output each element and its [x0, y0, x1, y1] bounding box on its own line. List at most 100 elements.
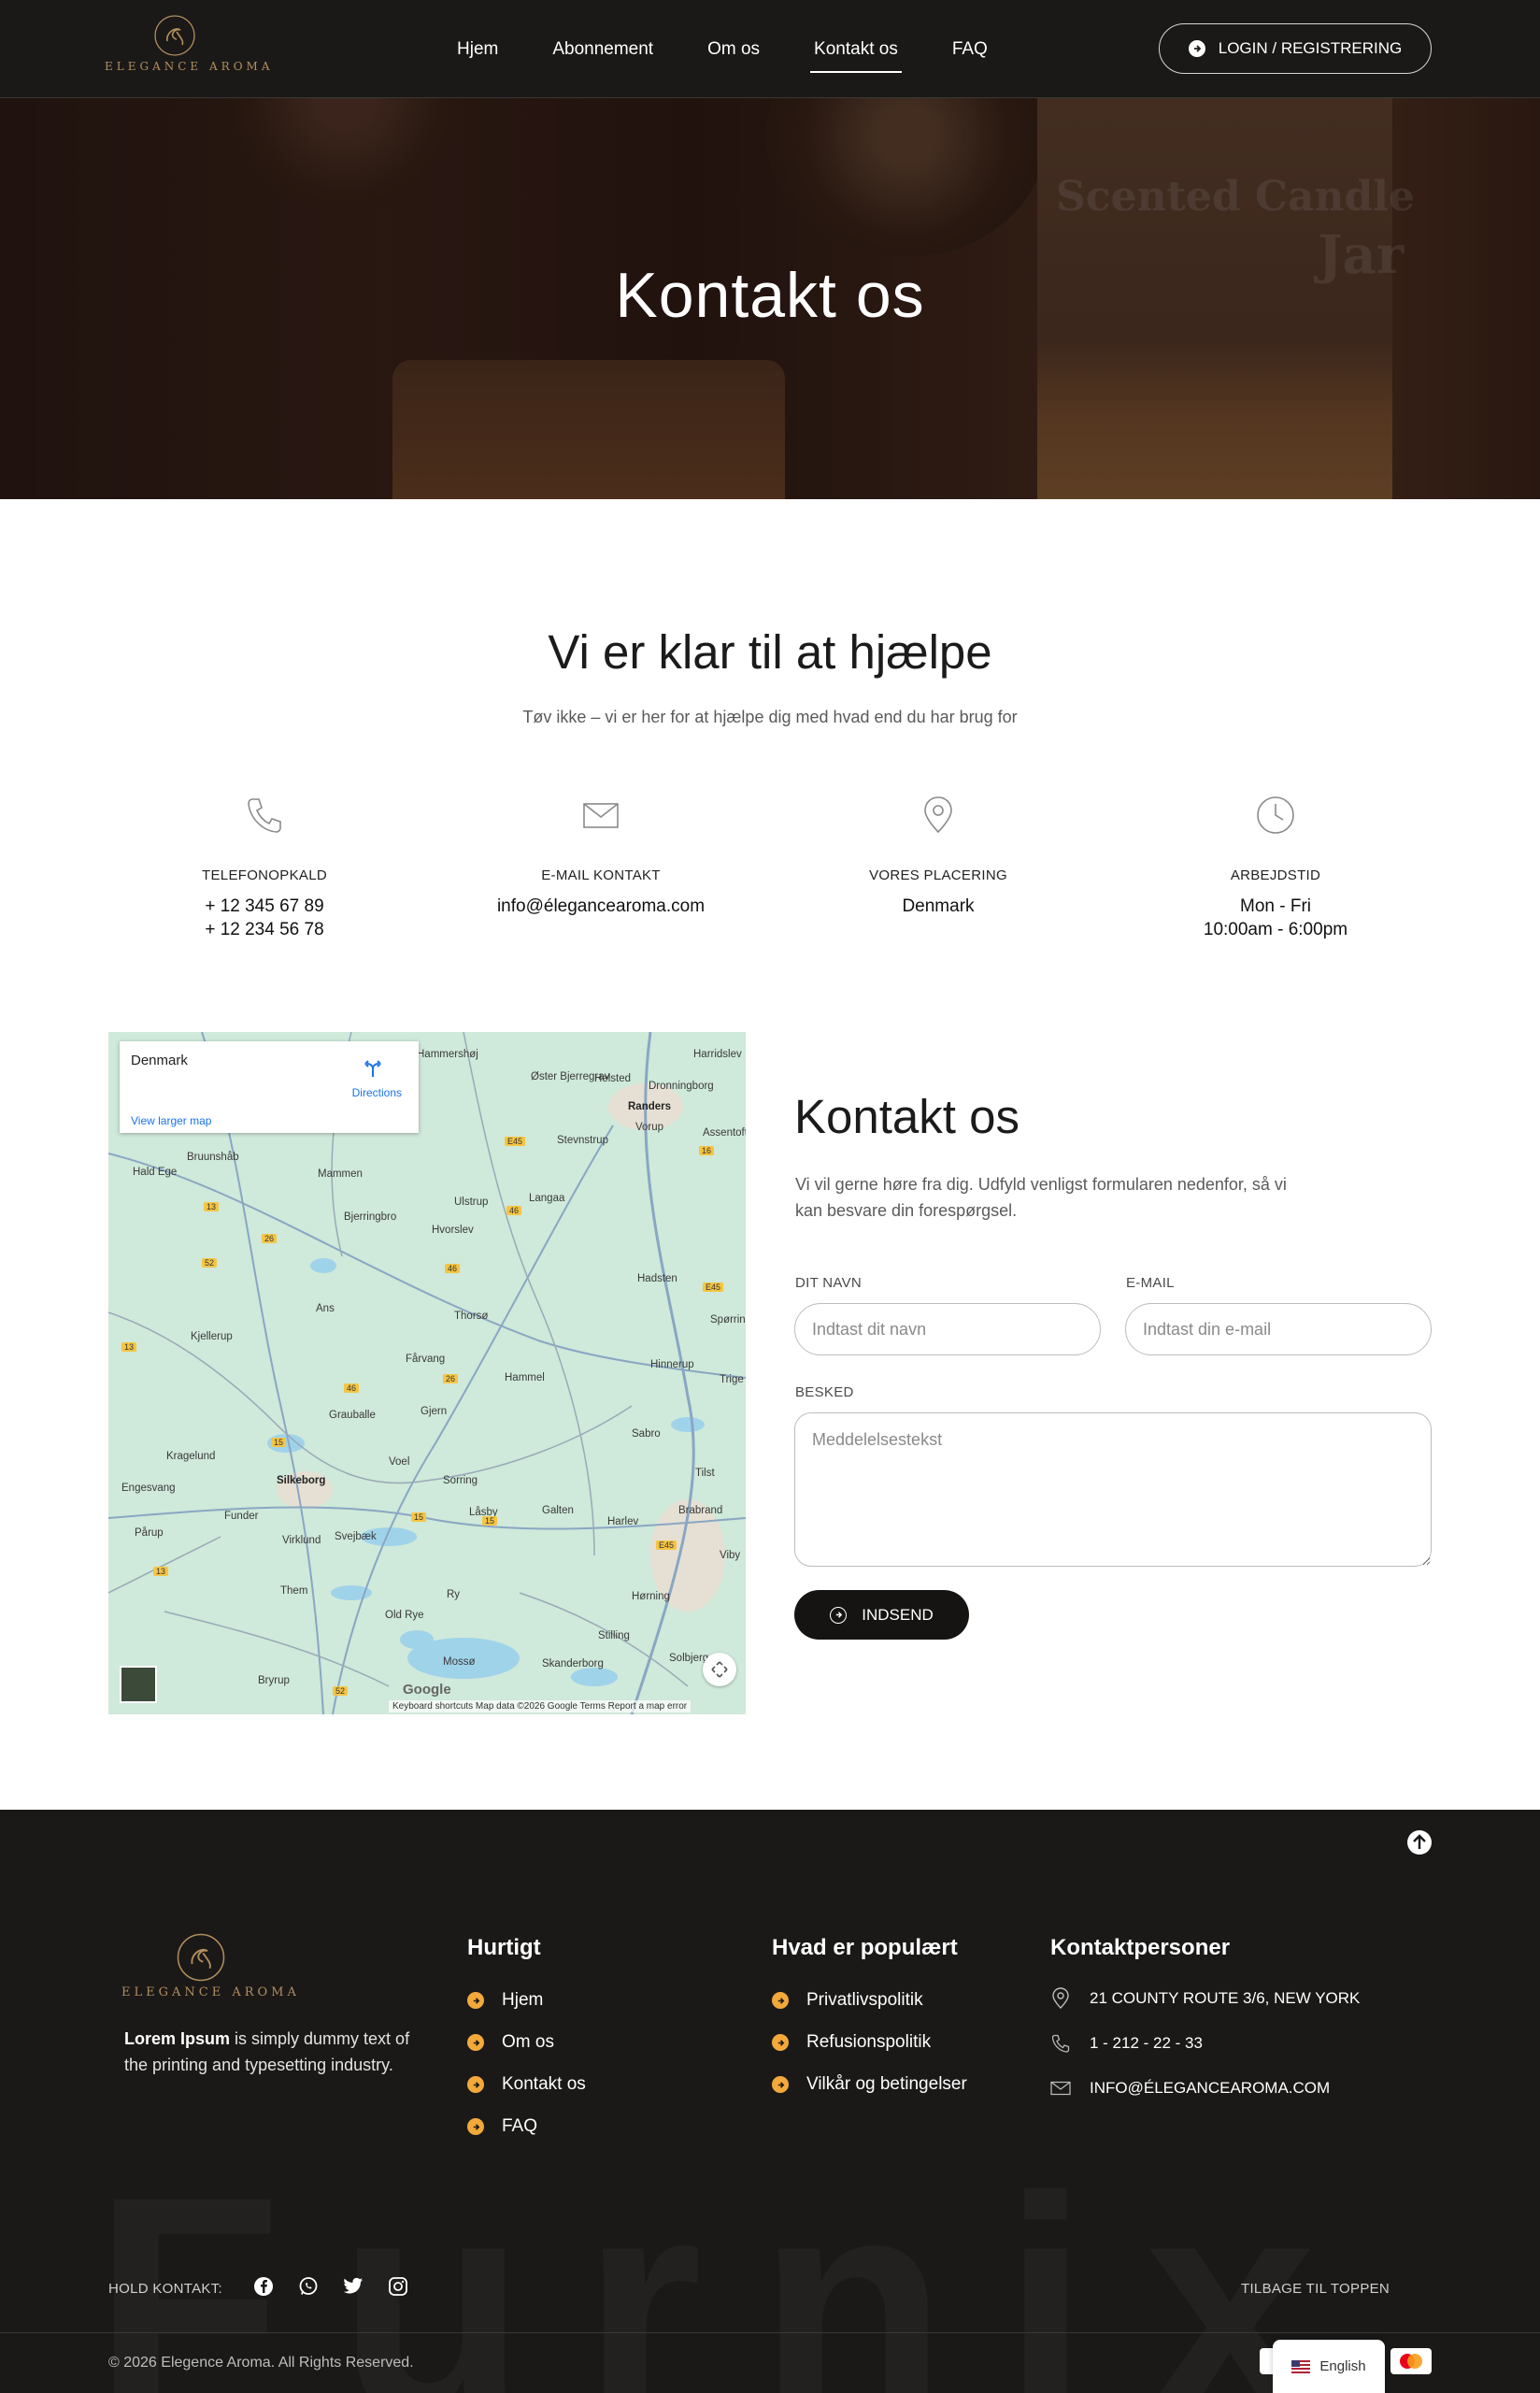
map-town-label: Mammen [318, 1168, 363, 1180]
phone-number[interactable]: + 12 345 67 89 [124, 895, 405, 918]
email-input[interactable] [1125, 1303, 1432, 1355]
road-number-badge: 13 [153, 1567, 169, 1576]
road-number-badge: 15 [411, 1512, 427, 1522]
footer-link-hjem[interactable]: Hjem [467, 1990, 543, 2011]
map-attribution[interactable]: Keyboard shortcuts Map data ©2026 Google… [389, 1700, 692, 1712]
footer-link-faq[interactable]: FAQ [467, 2116, 537, 2137]
road-number-badge: 46 [506, 1206, 522, 1215]
nav-item-abonnement[interactable]: Abonnement [549, 30, 657, 69]
arrow-right-icon [830, 1606, 848, 1624]
road-number-badge: 52 [333, 1686, 349, 1696]
map-town-label: Ulstrup [454, 1196, 489, 1208]
map-pin-icon [924, 796, 952, 834]
quick-links-title: Hurtigt [467, 1935, 541, 1960]
back-to-top-button[interactable] [1406, 1829, 1433, 1860]
site-footer: Furnix ELEGANCE AROMA Lorem Ipsum is sim… [0, 1810, 1540, 2393]
arrow-right-icon [467, 1992, 484, 2009]
road-number-badge: 13 [121, 1342, 137, 1352]
instagram-icon[interactable] [385, 2273, 411, 2300]
map-town-label: Bjerringbro [344, 1211, 397, 1223]
copyright-text: © 2026 Elegence Aroma. All Rights Reserv… [108, 2355, 414, 2371]
facebook-icon[interactable] [250, 2273, 277, 2300]
map-town-label: Kjellerup [191, 1331, 233, 1342]
info-phone: TELEFONOPKALD + 12 345 67 89 + 12 234 56… [124, 795, 405, 941]
map-town-label: Fårvang [406, 1354, 446, 1365]
road-number-badge: 52 [202, 1258, 218, 1268]
fullscreen-button[interactable] [703, 1653, 736, 1686]
road-number-badge: E45 [505, 1137, 526, 1146]
nav-item-hjem[interactable]: Hjem [453, 30, 502, 69]
brand-logo[interactable]: ELEGANCE AROMA [105, 13, 270, 86]
info-location: VORES PLACERING Denmark [798, 795, 1078, 918]
info-label: ARBEJDSTID [1230, 867, 1321, 883]
footer-email[interactable]: INFO@ÉLEGANCEAROMA.COM [1050, 2079, 1330, 2098]
email-label: E-MAIL [1126, 1275, 1175, 1291]
map-town-label: Hadsten [637, 1273, 677, 1284]
map-town-label: Svejbæk [335, 1531, 377, 1542]
map-roads-layer [108, 1032, 746, 1714]
envelope-icon [1050, 2081, 1071, 2096]
phone-number[interactable]: + 12 234 56 78 [124, 918, 405, 941]
map-town-label: Stilling [598, 1630, 630, 1641]
google-map[interactable]: Randers Silkeborg Bjerringbro Mammen Uls… [108, 1032, 746, 1714]
road-number-badge: E45 [703, 1282, 724, 1292]
map-town-label: Voel [389, 1456, 410, 1468]
map-town-label: Skanderborg [542, 1658, 604, 1669]
map-town-label: Harridslev [693, 1049, 742, 1060]
map-town-label: Kragelund [166, 1451, 216, 1462]
nav-item-faq[interactable]: FAQ [948, 30, 991, 69]
footer-link-kontakt-os[interactable]: Kontakt os [467, 2074, 586, 2095]
map-town-label: Pårup [135, 1527, 164, 1539]
name-input[interactable] [794, 1303, 1101, 1355]
map-town-label: Hald Ege [133, 1167, 178, 1178]
road-number-badge: 46 [445, 1264, 461, 1273]
whatsapp-icon[interactable] [295, 2273, 321, 2300]
arrow-right-icon [467, 2034, 484, 2051]
login-register-button[interactable]: LOGIN / REGISTRERING [1159, 23, 1432, 74]
info-value[interactable]: info@éleganceаroma.com [461, 895, 741, 918]
footer-link-terms[interactable]: Vilkår og betingelser [772, 2074, 967, 2095]
arrow-right-icon [467, 2076, 484, 2093]
map-town-label: Mossø [443, 1656, 476, 1668]
map-town-label: Virklund [282, 1535, 321, 1546]
map-town-label: Sorring [443, 1475, 478, 1486]
hero-banner: Scented Candle Jar Kontakt os [0, 98, 1540, 499]
road-number-badge: 13 [204, 1202, 220, 1211]
footer-link-om-os[interactable]: Om os [467, 2032, 554, 2053]
nav-item-om-os[interactable]: Om os [704, 30, 763, 69]
footer-link-refund[interactable]: Refusionspolitik [772, 2032, 931, 2053]
footer-phone[interactable]: 1 - 212 - 22 - 33 [1050, 2033, 1203, 2054]
map-town-label: Ans [316, 1303, 335, 1314]
footer-logo[interactable]: ELEGANCE AROMA [121, 1931, 300, 1999]
directions-link[interactable]: Directions [352, 1086, 402, 1099]
view-larger-map-link[interactable]: View larger map [131, 1114, 211, 1127]
mastercard-icon [1390, 2348, 1432, 2374]
footer-link-label: FAQ [502, 2116, 538, 2136]
map-town-label: Randers [628, 1101, 672, 1112]
twitter-icon[interactable] [340, 2273, 366, 2300]
map-town-label: Vorup [635, 1122, 664, 1133]
message-textarea[interactable] [794, 1412, 1432, 1567]
logo-text: ELEGANCE AROMA [121, 1985, 300, 1999]
footer-link-label: Vilkår og betingelser [806, 2074, 967, 2094]
footer-about: Lorem Ipsum is simply dummy text of the … [124, 2026, 423, 2078]
map-info-card: Denmark Directions View larger map [120, 1041, 419, 1133]
submit-button[interactable]: INDSEND [794, 1590, 969, 1640]
satellite-toggle[interactable] [120, 1666, 157, 1703]
map-town-label: Funder [224, 1511, 259, 1522]
help-section-title: Vi er klar til at hjælpe [548, 625, 992, 679]
arrow-up-icon [1407, 1830, 1432, 1855]
footer-link-privacy[interactable]: Privatlivspolitik [772, 1990, 923, 2011]
info-hours: ARBEJDSTID Mon - Fri 10:00am - 6:00pm [1135, 795, 1416, 941]
popular-links-title: Hvad er populært [772, 1935, 958, 1960]
footer-address: 21 COUNTY ROUTE 3/6, NEW YORK [1050, 1987, 1360, 2010]
back-to-top-label[interactable]: TILBAGE TIL TOPPEN [1241, 2281, 1390, 2297]
nav-item-kontakt-os[interactable]: Kontakt os [810, 30, 902, 73]
hours-days: Mon - Fri [1240, 896, 1311, 916]
contact-persons-title: Kontaktpersoner [1050, 1935, 1231, 1960]
map-town-label: Solbjerg [669, 1653, 709, 1664]
language-switcher[interactable]: English [1273, 2340, 1385, 2393]
directions-icon[interactable] [363, 1058, 383, 1079]
map-town-label: Hvorslev [432, 1225, 474, 1236]
map-town-label: Øster Bjerregrav [531, 1071, 610, 1082]
